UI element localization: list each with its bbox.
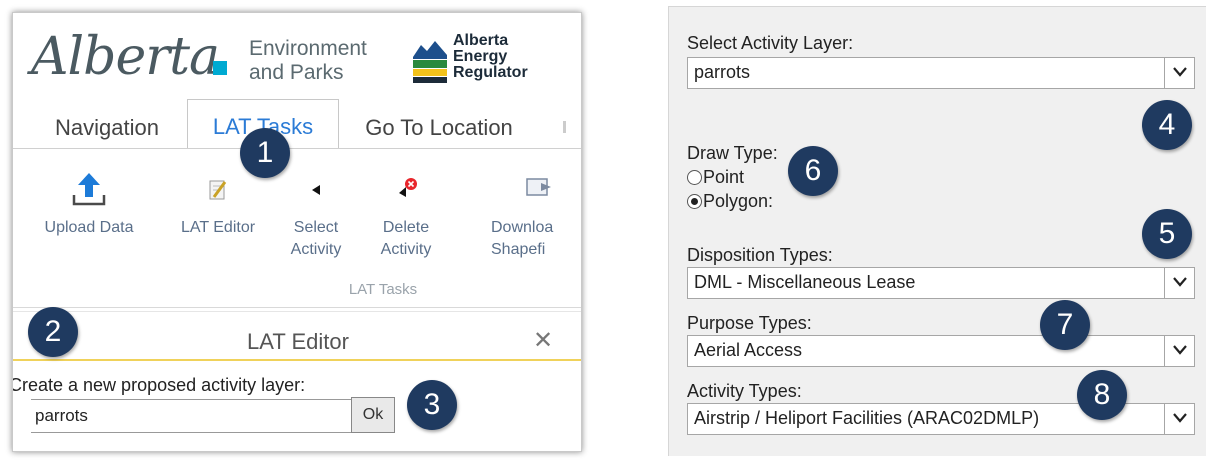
alberta-logo-square-icon — [213, 61, 227, 75]
radio-point-label: Point — [703, 167, 745, 187]
download-label-1: Downloa — [491, 219, 554, 236]
export-icon — [526, 178, 551, 196]
ok-button[interactable]: Ok — [351, 397, 395, 433]
chevron-down-icon[interactable] — [1164, 404, 1194, 434]
delete-activity-label-2: Activity — [380, 241, 432, 258]
callout-badge-1: 1 — [240, 128, 290, 178]
ribbon-group-label: LAT Tasks — [348, 281, 418, 298]
delete-activity-label-1: Delete — [382, 219, 430, 236]
callout-badge-6: 6 — [788, 146, 838, 196]
radio-point[interactable]: Point — [687, 167, 744, 188]
disposition-types-value: DML - Miscellaneous Lease — [694, 272, 916, 292]
callout-badge-4: 4 — [1142, 100, 1192, 150]
upload-arrow-icon — [72, 173, 106, 206]
delete-activity-button[interactable]: Delete Activity — [365, 169, 447, 261]
aer-name: Alberta Energy Regulator — [453, 33, 528, 81]
cursor-arrow-icon — [312, 185, 320, 195]
activity-types-label: Activity Types: — [687, 381, 802, 401]
chevron-down-icon[interactable] — [1164, 58, 1194, 88]
chevron-down-icon[interactable] — [1164, 336, 1194, 366]
select-activity-label-2: Activity — [290, 241, 342, 258]
lat-tasks-panel: Alberta Environment and Parks Alberta En… — [12, 12, 582, 452]
tab-navigation[interactable]: Navigation — [27, 105, 187, 149]
activity-layer-label: Select Activity Layer: — [687, 33, 854, 53]
alberta-logo-text: Alberta — [31, 27, 220, 87]
disposition-types-label: Disposition Types: — [687, 245, 833, 265]
radio-point-circle[interactable] — [687, 170, 702, 185]
create-layer-label: Create a new proposed activity layer: — [12, 375, 306, 395]
editor-header-underline — [13, 359, 581, 361]
tab-overflow-indicator — [563, 121, 566, 133]
disposition-types-select[interactable]: DML - Miscellaneous Lease — [687, 267, 1195, 299]
activity-layer-value: parrots — [694, 62, 751, 82]
select-activity-button[interactable]: Select Activity — [279, 169, 353, 261]
ministry-line-1: Environment — [249, 37, 367, 60]
ribbon-tabs: Navigation LAT Tasks Go To Location — [13, 99, 581, 149]
upload-data-label: Upload Data — [44, 219, 134, 236]
lat-editor-header: LAT Editor ✕ — [13, 313, 581, 371]
edit-pencil-icon — [209, 180, 227, 200]
download-shapefile-button[interactable]: Downloa Shapefi — [491, 169, 581, 261]
aer-line-1: Alberta — [453, 32, 509, 49]
aer-line-2: Energy — [453, 48, 508, 65]
callout-badge-3: 3 — [407, 380, 457, 430]
activity-layer-select[interactable]: parrots — [687, 57, 1195, 89]
aer-logo-icon — [413, 35, 447, 83]
purpose-types-select[interactable]: Aerial Access — [687, 335, 1195, 367]
ministry-name: Environment and Parks — [249, 37, 367, 85]
lat-editor-title: LAT Editor — [247, 329, 349, 354]
lat-editor-label: LAT Editor — [180, 219, 256, 236]
download-label-2: Shapefi — [491, 241, 546, 258]
purpose-types-label: Purpose Types: — [687, 313, 812, 333]
callout-badge-2: 2 — [28, 307, 78, 357]
callout-badge-7: 7 — [1040, 300, 1090, 350]
layer-name-input[interactable]: parrots — [31, 399, 353, 433]
ministry-line-2: and Parks — [249, 61, 344, 84]
select-activity-label-1: Select — [293, 219, 339, 236]
header-logos: Alberta Environment and Parks Alberta En… — [13, 13, 581, 93]
callout-badge-8: 8 — [1077, 370, 1127, 420]
purpose-types-value: Aerial Access — [694, 340, 803, 360]
ribbon-divider — [13, 307, 581, 308]
radio-polygon-label: Polygon: — [703, 191, 774, 211]
callout-badge-5: 5 — [1142, 209, 1192, 259]
delete-cursor-icon — [399, 178, 417, 197]
radio-polygon-circle[interactable] — [687, 194, 702, 209]
close-icon[interactable]: ✕ — [531, 329, 555, 353]
chevron-down-icon[interactable] — [1164, 268, 1194, 298]
ribbon-divider-2 — [13, 311, 581, 312]
draw-type-label: Draw Type: — [687, 143, 778, 163]
lat-editor-button[interactable]: LAT Editor — [163, 169, 273, 239]
radio-polygon[interactable]: Polygon: — [687, 191, 773, 212]
tab-go-to-location[interactable]: Go To Location — [349, 105, 529, 149]
upload-data-button[interactable]: Upload Data — [33, 169, 145, 239]
screenshot-stage: Alberta Environment and Parks Alberta En… — [0, 0, 1206, 460]
activity-types-value: Airstrip / Heliport Facilities (ARAC02DM… — [694, 408, 1040, 428]
aer-line-3: Regulator — [453, 64, 528, 81]
lat-tasks-ribbon: Upload Data LAT Editor Select Activity D… — [13, 149, 581, 307]
